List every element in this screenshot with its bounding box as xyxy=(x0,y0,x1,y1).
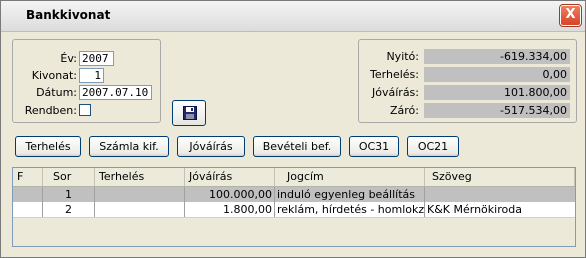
terheles-value: 0,00 xyxy=(424,67,570,82)
grid-header: F Sor Terhelés Jóváírás Jogcím Szöveg xyxy=(13,168,575,187)
oc21-button[interactable]: OC21 xyxy=(407,136,459,157)
row-terheles-cell xyxy=(95,187,185,202)
ev-field[interactable]: 2007 xyxy=(79,51,114,66)
table-row[interactable]: 2 1.800,00 reklám, hírdetés - homlokzati… xyxy=(13,202,575,218)
table-row[interactable]: 1 100.000,00 induló egyenleg beállítás xyxy=(13,187,575,202)
terheles-label: Terhelés: xyxy=(370,68,419,81)
floppy-disk-icon xyxy=(183,106,197,120)
datum-field[interactable]: 2007.07.10 xyxy=(79,85,152,100)
column-header-f[interactable]: F xyxy=(13,168,43,186)
row-sor-cell: 1 xyxy=(43,187,95,202)
oc31-button[interactable]: OC31 xyxy=(349,136,399,157)
row-jogcim-cell: induló egyenleg beállítás xyxy=(275,187,425,202)
beveteli-bef-button[interactable]: Bevételi bef. xyxy=(253,136,341,157)
statement-header-panel: Év: 2007 Kivonat: 1 Dátum: 2007.07.10 Re… xyxy=(12,39,161,123)
close-button[interactable]: X xyxy=(559,4,582,27)
balance-summary-panel: Nyitó: -619.334,00 Terhelés: 0,00 Jóváír… xyxy=(358,39,577,123)
jovairas-label: Jóváírás: xyxy=(372,86,419,99)
rendben-label: Rendben: xyxy=(24,104,77,117)
transactions-grid[interactable]: F Sor Terhelés Jóváírás Jogcím Szöveg 1 … xyxy=(12,167,576,247)
kivonat-label: Kivonat: xyxy=(31,69,77,82)
row-jogcim-cell: reklám, hírdetés - homlokzati xyxy=(277,202,425,217)
column-header-jovairas[interactable]: Jóváírás xyxy=(185,168,275,186)
column-header-jogcim[interactable]: Jogcím xyxy=(275,168,425,186)
row-flag-cell xyxy=(13,187,43,202)
kivonat-field[interactable]: 1 xyxy=(79,68,104,83)
window-title: Bankkivonat xyxy=(26,8,111,22)
title-bar[interactable]: Bankkivonat X xyxy=(1,1,585,32)
close-icon: X xyxy=(565,7,576,22)
column-header-szoveg[interactable]: Szöveg xyxy=(425,168,575,186)
zaro-value: -517.534,00 xyxy=(424,103,570,118)
row-sor-cell: 2 xyxy=(43,202,95,217)
row-szoveg-cell: K&K Mérnökiroda xyxy=(427,203,522,216)
datum-label: Dátum: xyxy=(36,86,77,99)
nyito-label: Nyitó: xyxy=(386,50,419,63)
szamla-kif-button[interactable]: Számla kif. xyxy=(89,136,169,157)
row-jovairas-cell: 1.800,00 xyxy=(185,202,275,217)
row-szoveg-cell xyxy=(425,187,575,202)
zaro-label: Záró: xyxy=(390,104,419,117)
terheles-button[interactable]: Terhelés xyxy=(15,136,81,157)
rendben-checkbox[interactable] xyxy=(79,104,91,116)
jovairas-value: 101.800,00 xyxy=(424,85,570,100)
row-flag-cell xyxy=(13,202,43,217)
row-jovairas-cell: 100.000,00 xyxy=(185,187,275,202)
nyito-value: -619.334,00 xyxy=(424,49,570,64)
jovairas-button[interactable]: Jóváírás xyxy=(177,136,245,157)
column-header-sor[interactable]: Sor xyxy=(43,168,95,186)
column-header-terheles[interactable]: Terhelés xyxy=(95,168,185,186)
row-terheles-cell xyxy=(95,202,185,217)
bankkivonat-window: Bankkivonat X Év: 2007 Kivonat: 1 Dátum:… xyxy=(0,0,586,258)
save-button[interactable] xyxy=(172,100,206,126)
ev-label: Év: xyxy=(60,52,77,65)
